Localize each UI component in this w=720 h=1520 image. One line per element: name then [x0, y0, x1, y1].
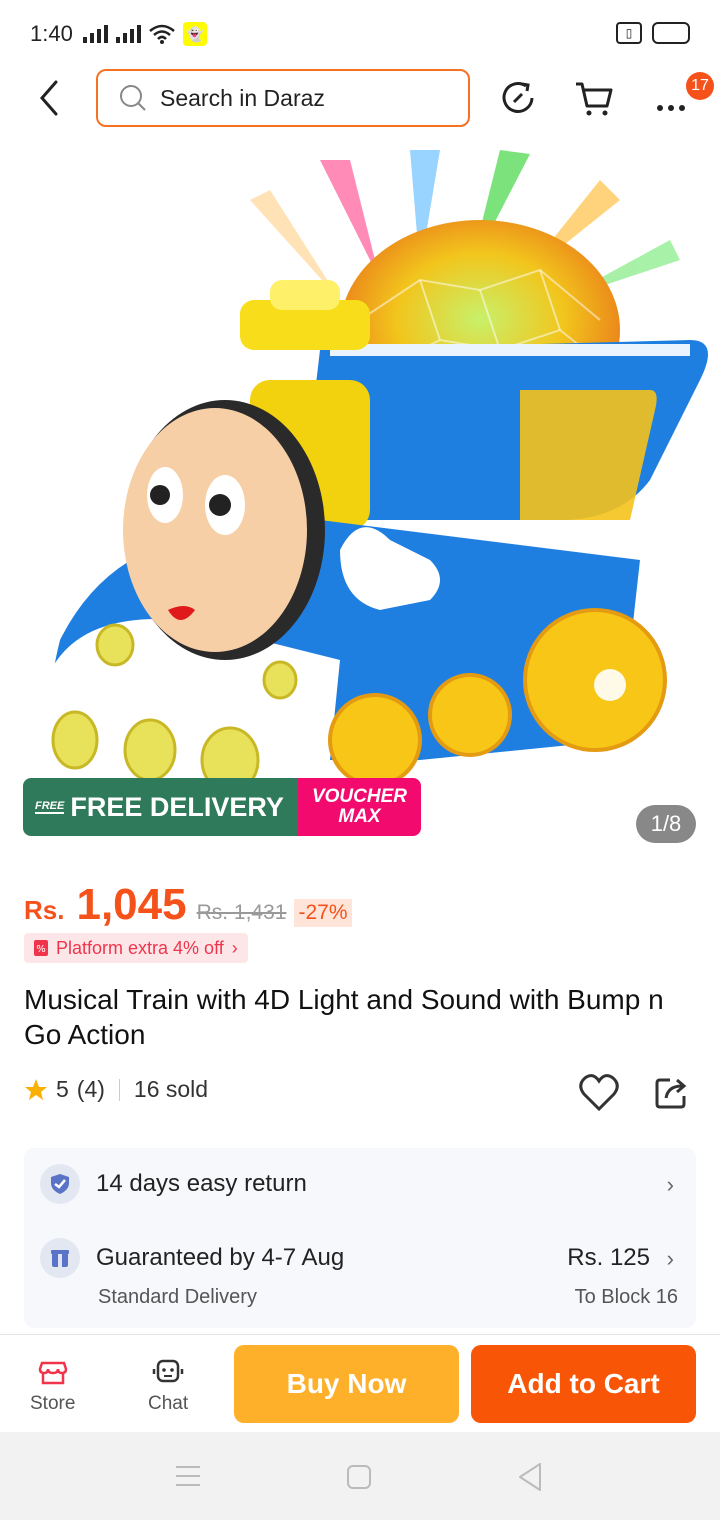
platform-offer-label: Platform extra 4% off [56, 937, 224, 958]
signal-icon [115, 25, 141, 43]
store-button[interactable]: Store [30, 1357, 75, 1415]
rating-row[interactable]: 5 (4) 16 sold [24, 1076, 208, 1103]
cart-count-badge: 17 [686, 72, 714, 100]
bottom-action-bar: Store Chat Buy Now Add to Cart [0, 1334, 720, 1432]
free-delivery-tag: FREE FREE DELIVERY [23, 778, 298, 836]
chevron-right-icon: › [666, 1172, 674, 1197]
price-value: 1,045 [76, 880, 187, 929]
promo-banner[interactable]: FREE FREE DELIVERY VOUCHER MAX [23, 778, 421, 836]
delivery-location: To Block 16 [574, 1286, 678, 1308]
signal-icon [82, 25, 108, 43]
buy-now-button[interactable]: Buy Now [234, 1345, 459, 1423]
package-icon [40, 1238, 80, 1278]
product-title: Musical Train with 4D Light and Sound wi… [24, 984, 664, 1050]
search-icon [120, 85, 146, 111]
rating-score: 5 [56, 1076, 69, 1102]
delivery-fee: Rs. 125 [567, 1244, 650, 1271]
top-bar: Search in Daraz [0, 68, 720, 130]
status-bar: 1:40 👻 ▯ [0, 0, 720, 68]
chat-button[interactable]: Chat [148, 1357, 188, 1415]
train-toy-illustration [40, 150, 708, 794]
store-label: Store [30, 1393, 76, 1414]
free-delivery-label: FREE DELIVERY [70, 791, 284, 822]
star-icon [25, 1078, 47, 1100]
vibrate-icon: ▯ [616, 22, 642, 44]
return-policy-label: 14 days easy return [96, 1170, 307, 1197]
chat-label: Chat [148, 1393, 189, 1414]
system-navigation-bar [0, 1432, 720, 1520]
cart-icon[interactable] [574, 78, 614, 118]
voucher-label: VOUCHER [311, 786, 407, 807]
service-card: 14 days easy return › Guaranteed by 4-7 … [24, 1148, 696, 1328]
price-currency: Rs. [24, 895, 65, 925]
back-arrow-icon[interactable] [30, 78, 70, 118]
wifi-icon [149, 24, 175, 44]
status-time: 1:40 [30, 21, 73, 46]
chevron-right-icon: › [231, 937, 238, 958]
sold-count: 16 sold [133, 1076, 209, 1102]
back-triangle-icon[interactable] [516, 1462, 544, 1492]
free-tag: FREE [35, 800, 65, 814]
share-icon[interactable] [652, 1072, 692, 1112]
review-count: (4) [76, 1076, 105, 1102]
voucher-max-label: MAX [338, 806, 381, 827]
delivery-type: Standard Delivery [98, 1286, 257, 1308]
search-input[interactable]: Search in Daraz [96, 69, 470, 127]
menu-icon[interactable] [174, 1464, 202, 1488]
delivery-estimate: Guaranteed by 4-7 Aug [96, 1244, 345, 1271]
battery-icon [652, 22, 690, 44]
delivery-row[interactable]: Guaranteed by 4-7 Aug Standard Delivery … [24, 1228, 696, 1328]
original-price: Rs. 1,431 [196, 901, 287, 924]
image-counter: 1/8 [636, 805, 696, 843]
add-to-cart-button[interactable]: Add to Cart [471, 1345, 696, 1423]
svg-text:%: % [36, 944, 46, 955]
chevron-right-icon: › [666, 1246, 674, 1271]
platform-offer[interactable]: % Platform extra 4% off › [24, 933, 248, 963]
wishlist-heart-icon[interactable] [578, 1072, 620, 1114]
coupon-icon: % [34, 940, 48, 956]
store-icon [38, 1361, 67, 1385]
home-icon[interactable] [346, 1464, 372, 1490]
chat-icon [152, 1359, 184, 1383]
shield-check-icon [40, 1164, 80, 1204]
return-policy-row[interactable]: 14 days easy return › [24, 1148, 696, 1220]
discount-badge: -27% [294, 899, 352, 927]
product-image[interactable] [0, 140, 720, 860]
search-placeholder: Search in Daraz [160, 84, 325, 111]
voucher-max-tag: VOUCHER MAX [298, 778, 421, 836]
snapchat-icon: 👻 [182, 22, 207, 46]
history-icon[interactable] [498, 78, 538, 118]
price-row: Rs. 1,045 Rs. 1,431 -27% [24, 880, 352, 930]
